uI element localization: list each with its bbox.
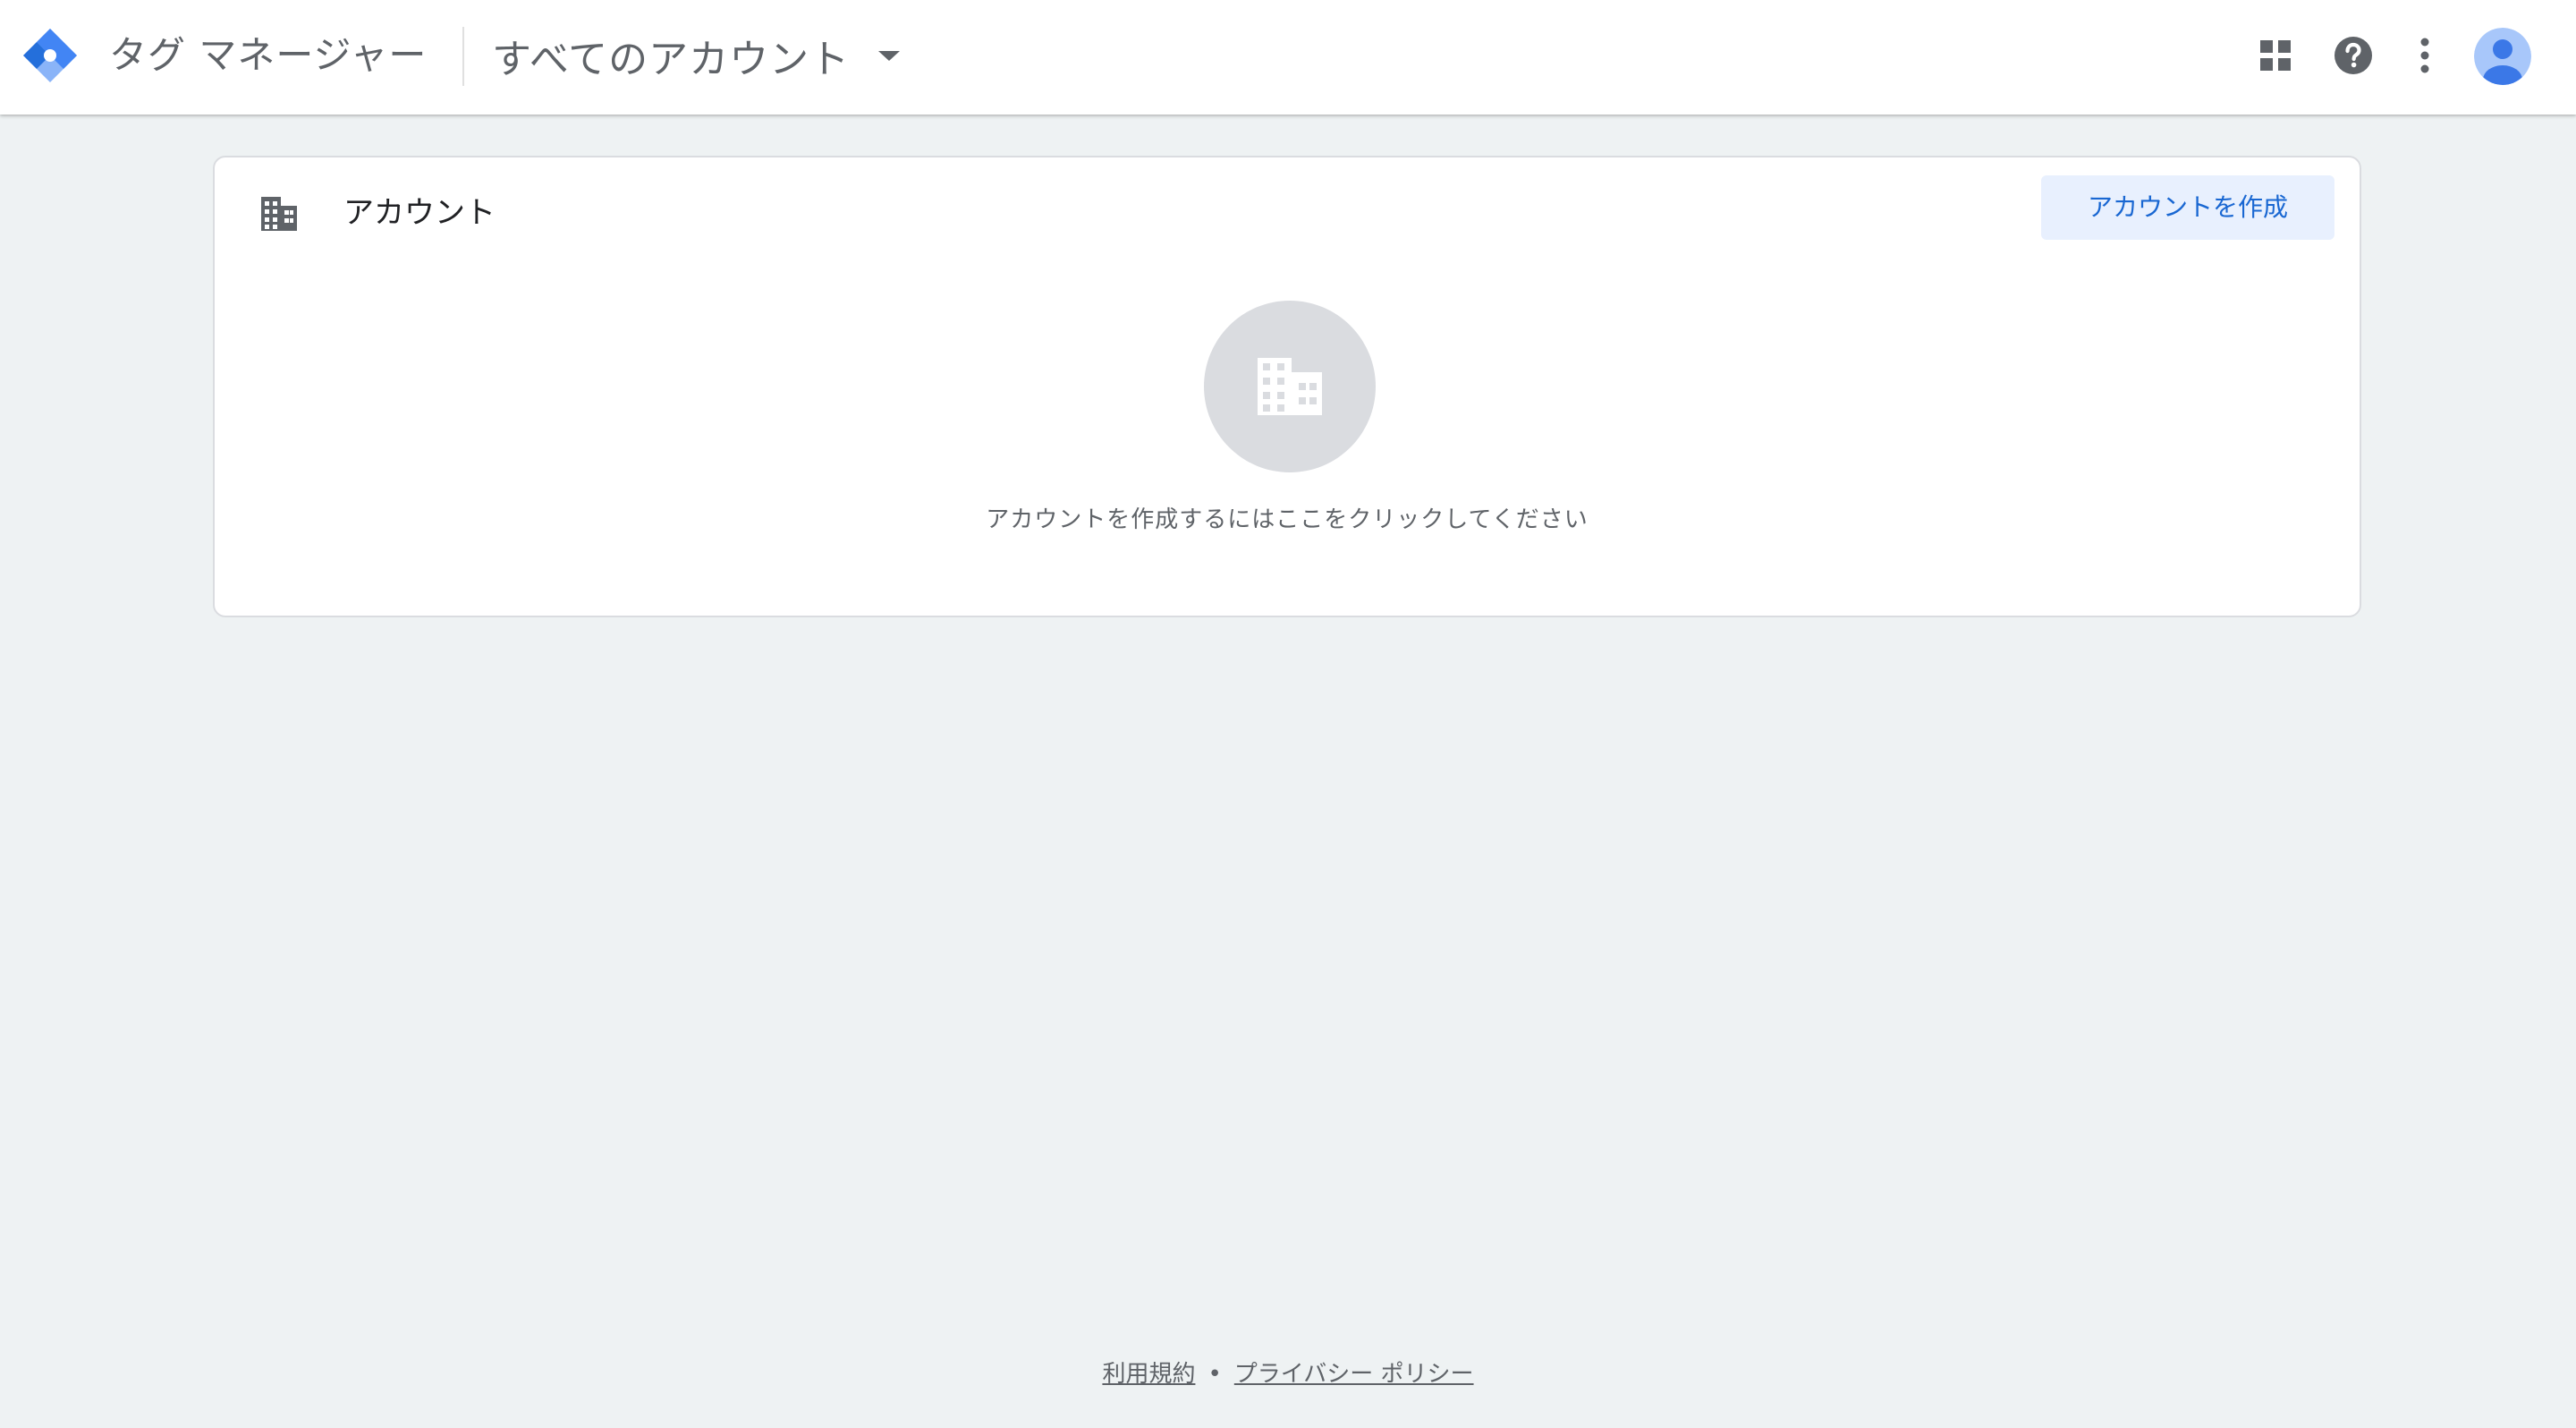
footer-separator: •	[1208, 1361, 1222, 1388]
card-title: アカウント	[343, 195, 496, 231]
apps-button[interactable]	[2247, 27, 2304, 84]
building-icon	[1258, 358, 1322, 415]
create-account-button[interactable]: アカウントを作成	[2041, 175, 2334, 240]
help-button[interactable]	[2325, 27, 2382, 84]
empty-state-message[interactable]: アカウントを作成するにはここをクリックしてください	[215, 501, 2360, 534]
account-selector[interactable]: すべてのアカウント	[492, 23, 901, 88]
apps-grid-icon	[2260, 40, 2291, 71]
account-selector-label: すべてのアカウント	[492, 37, 851, 82]
footer: 利用規約 • プライバシー ポリシー	[0, 1356, 2576, 1392]
app-header: タグ マネージャー すべてのアカウント	[0, 0, 2576, 115]
account-avatar-icon[interactable]	[2474, 28, 2531, 85]
help-icon	[2334, 37, 2372, 74]
accounts-card: アカウント アカウントを作成 アカウントを作成するにはここをクリックしてください	[213, 156, 2361, 617]
tag-manager-logo-icon[interactable]	[21, 27, 79, 84]
arrow-drop-down-icon	[878, 51, 901, 61]
header-divider	[462, 27, 464, 86]
privacy-policy-link[interactable]: プライバシー ポリシー	[1234, 1361, 1474, 1388]
more-vert-icon	[2420, 38, 2429, 73]
terms-link[interactable]: 利用規約	[1102, 1361, 1195, 1388]
empty-state-create-account[interactable]	[1204, 301, 1376, 472]
more-options-button[interactable]	[2396, 27, 2453, 84]
product-name: タグ マネージャー	[109, 33, 428, 77]
building-icon	[261, 197, 297, 231]
